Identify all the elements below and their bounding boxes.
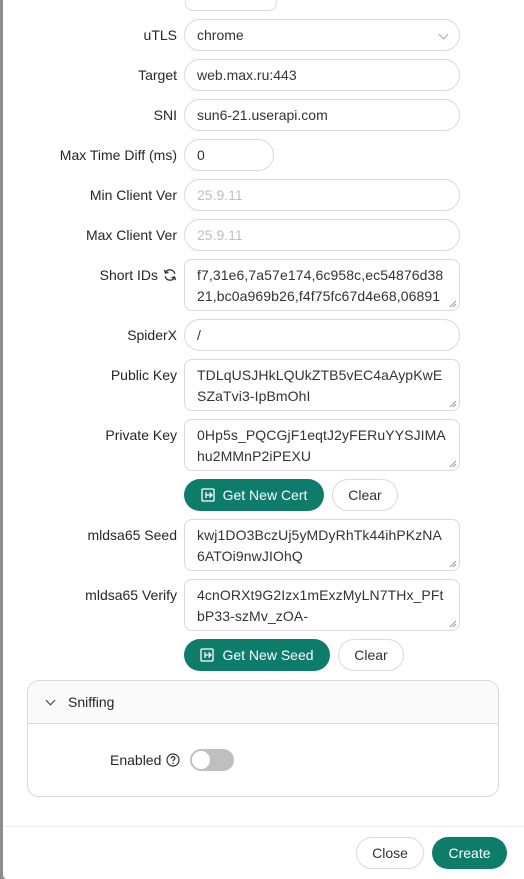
clear-seed-label: Clear — [354, 647, 388, 663]
min-client-ver-row: Min Client Ver 25.9.11 — [3, 179, 524, 211]
utls-value: chrome — [197, 27, 244, 43]
sni-input[interactable]: sun6-21.userapi.com — [184, 99, 460, 131]
resize-grip-icon[interactable] — [449, 560, 457, 568]
max-time-diff-row: Max Time Diff (ms) 0 — [3, 139, 524, 171]
clear-cert-button[interactable]: Clear — [332, 479, 398, 511]
spiderx-input[interactable]: / — [184, 319, 460, 351]
mldsa65-verify-textarea[interactable]: 4cnORXt9G2Izx1mExzMyLN7THx_PFtbP33-szMv_… — [184, 579, 460, 631]
mldsa65-seed-value: kwj1DO3BczUj5yMDyRhTk44ihPKzNA6ATOi9nwJI… — [197, 527, 442, 564]
switch-knob — [192, 751, 210, 769]
top-partial-field[interactable] — [185, 0, 277, 11]
mldsa65-verify-value: 4cnORXt9G2Izx1mExzMyLN7THx_PFtbP33-szMv_… — [197, 587, 444, 624]
private-key-label: Private Key — [105, 427, 177, 443]
clear-seed-button[interactable]: Clear — [338, 639, 404, 671]
create-button[interactable]: Create — [432, 837, 507, 869]
chevron-down-icon — [45, 695, 56, 706]
public-key-row: Public Key TDLqUSJHkLQUkZTB5vEC4aAypKwES… — [3, 359, 524, 411]
mldsa65-verify-label: mldsa65 Verify — [85, 587, 177, 603]
resize-grip-icon[interactable] — [449, 460, 457, 468]
utls-label: uTLS — [143, 27, 177, 43]
utls-row: uTLS chrome — [3, 19, 524, 51]
short-ids-row: Short IDs f7,31e6,7a57e174,6c958c,ec5487… — [3, 259, 524, 311]
private-key-textarea[interactable]: 0Hp5s_PQCGjF1eqtJ2yFERuYYSJIMAhu2MMnP2iP… — [184, 419, 460, 471]
sniffing-panel-header[interactable]: Sniffing — [28, 681, 498, 724]
import-icon — [200, 488, 215, 502]
max-time-diff-label: Max Time Diff (ms) — [59, 147, 177, 163]
get-new-cert-button[interactable]: Get New Cert — [184, 479, 324, 511]
sniffing-enabled-label: Enabled — [110, 749, 180, 771]
clear-cert-label: Clear — [348, 487, 382, 503]
max-client-ver-row: Max Client Ver 25.9.11 — [3, 219, 524, 251]
target-label: Target — [138, 67, 177, 83]
resize-grip-icon[interactable] — [449, 300, 457, 308]
short-ids-label: Short IDs — [100, 259, 177, 291]
private-key-value: 0Hp5s_PQCGjF1eqtJ2yFERuYYSJIMAhu2MMnP2iP… — [197, 427, 446, 464]
sniffing-enabled-switch[interactable] — [190, 749, 234, 771]
import-icon — [200, 648, 215, 662]
sniffing-panel: Sniffing Enabled — [27, 680, 499, 797]
max-time-diff-input[interactable]: 0 — [184, 139, 274, 171]
short-ids-textarea[interactable]: f7,31e6,7a57e174,6c958c,ec54876d3821,bc0… — [184, 259, 460, 311]
target-input[interactable]: web.max.ru:443 — [184, 59, 460, 91]
short-ids-value: f7,31e6,7a57e174,6c958c,ec54876d3821,bc0… — [197, 267, 444, 304]
sni-row: SNI sun6-21.userapi.com — [3, 99, 524, 131]
short-ids-label-text: Short IDs — [99, 267, 158, 283]
get-new-seed-label: Get New Seed — [222, 647, 314, 663]
inbound-modal: uTLS chrome Target web.max.ru:443 SNI su… — [3, 0, 524, 879]
question-circle-icon[interactable] — [166, 753, 180, 767]
target-row: Target web.max.ru:443 — [3, 59, 524, 91]
mldsa65-seed-textarea[interactable]: kwj1DO3BczUj5yMDyRhTk44ihPKzNA6ATOi9nwJI… — [184, 519, 460, 571]
mldsa65-seed-label: mldsa65 Seed — [87, 527, 177, 543]
public-key-textarea[interactable]: TDLqUSJHkLQUkZTB5vEC4aAypKwESZaTvi3-IpBm… — [184, 359, 460, 411]
public-key-value: TDLqUSJHkLQUkZTB5vEC4aAypKwESZaTvi3-IpBm… — [197, 367, 443, 404]
resize-grip-icon[interactable] — [449, 620, 457, 628]
min-client-ver-label: Min Client Ver — [89, 187, 177, 203]
chevron-down-icon — [438, 29, 449, 40]
sniffing-enabled-label-text: Enabled — [110, 752, 162, 768]
refresh-icon[interactable] — [163, 268, 177, 282]
get-new-cert-label: Get New Cert — [222, 487, 308, 503]
get-new-seed-button[interactable]: Get New Seed — [184, 639, 330, 671]
public-key-label: Public Key — [110, 367, 177, 383]
sniffing-title: Sniffing — [68, 694, 115, 710]
sni-label: SNI — [153, 107, 177, 123]
mldsa65-verify-row: mldsa65 Verify 4cnORXt9G2Izx1mExzMyLN7TH… — [3, 579, 524, 631]
max-client-ver-input[interactable]: 25.9.11 — [184, 219, 460, 251]
spiderx-label: SpiderX — [127, 327, 177, 343]
utls-select[interactable]: chrome — [184, 19, 460, 51]
private-key-row: Private Key 0Hp5s_PQCGjF1eqtJ2yFERuYYSJI… — [3, 419, 524, 471]
spiderx-row: SpiderX / — [3, 319, 524, 351]
resize-grip-icon[interactable] — [449, 400, 457, 408]
create-label: Create — [448, 845, 491, 861]
max-client-ver-label: Max Client Ver — [85, 227, 177, 243]
close-button[interactable]: Close — [356, 837, 424, 869]
mldsa65-seed-row: mldsa65 Seed kwj1DO3BczUj5yMDyRhTk44ihPK… — [3, 519, 524, 571]
close-label: Close — [372, 845, 408, 861]
modal-footer: Close Create — [3, 826, 524, 879]
min-client-ver-input[interactable]: 25.9.11 — [184, 179, 460, 211]
